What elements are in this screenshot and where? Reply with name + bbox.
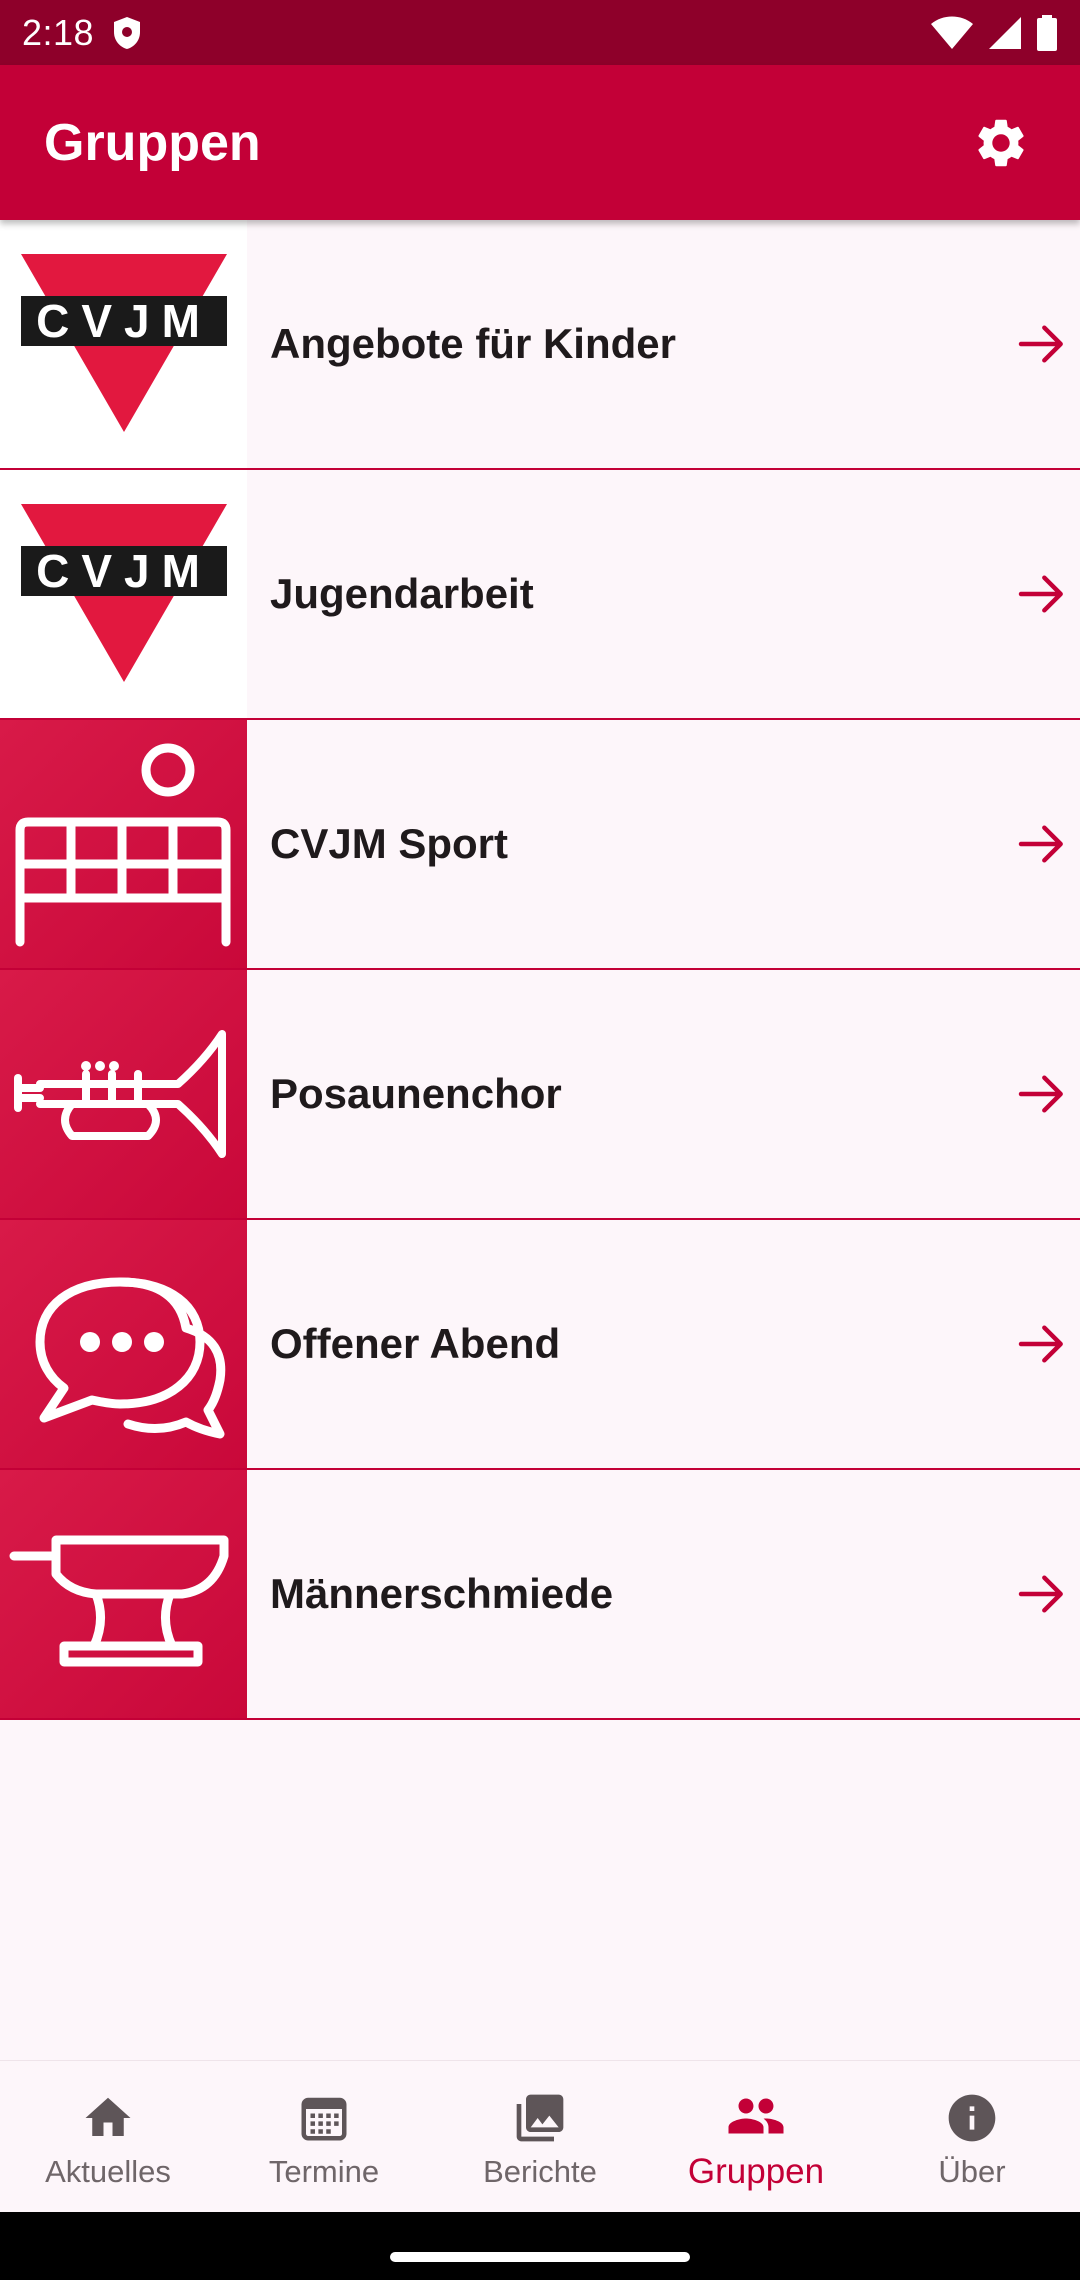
group-list: CVJM Angebote für Kinder CVJM Jugendarbe… <box>0 220 1080 1720</box>
groups-icon <box>726 2086 786 2146</box>
battery-icon <box>1037 14 1057 51</box>
app-bar: Gruppen <box>0 65 1080 220</box>
nav-item-ueber[interactable]: Über <box>864 2061 1080 2212</box>
home-icon <box>78 2088 138 2148</box>
bottom-navigation: Aktuelles Termine Berichte Gruppen Über <box>0 2060 1080 2212</box>
nav-label: Aktuelles <box>45 2153 171 2189</box>
page-title: Gruppen <box>44 113 261 172</box>
group-item-posaunenchor[interactable]: Posaunenchor <box>0 970 1080 1220</box>
group-thumbnail <box>0 720 247 968</box>
chat-bubbles-icon <box>35 1277 226 1439</box>
group-label: Angebote für Kinder <box>270 320 676 367</box>
group-label: Jugendarbeit <box>270 570 534 617</box>
group-label: Offener Abend <box>270 1320 561 1367</box>
group-label: Männerschmiede <box>270 1570 614 1617</box>
nav-item-berichte[interactable]: Berichte <box>432 2061 648 2212</box>
svg-text:CVJM: CVJM <box>36 295 212 347</box>
group-item-jugendarbeit[interactable]: CVJM Jugendarbeit <box>0 470 1080 720</box>
group-item-angebote-fuer-kinder[interactable]: CVJM Angebote für Kinder <box>0 220 1080 470</box>
arrow-right-icon <box>1018 1325 1063 1363</box>
group-item-maennerschmiede[interactable]: Männerschmiede <box>0 1470 1080 1720</box>
nav-item-aktuelles[interactable]: Aktuelles <box>0 2061 216 2212</box>
settings-button[interactable] <box>966 108 1036 178</box>
nav-label: Berichte <box>483 2153 597 2189</box>
anvil-icon <box>9 1535 229 1667</box>
nav-label: Termine <box>268 2153 380 2189</box>
status-bar: 2:18 <box>0 0 1080 65</box>
group-thumbnail <box>0 970 247 1218</box>
arrow-right-icon <box>1018 1075 1063 1113</box>
group-thumbnail <box>0 1220 247 1468</box>
svg-text:CVJM: CVJM <box>36 545 212 597</box>
nav-item-termine[interactable]: Termine <box>216 2061 432 2212</box>
arrow-right-icon <box>1018 1575 1063 1613</box>
status-time: 2:18 <box>22 11 95 53</box>
group-item-offener-abend[interactable]: Offener Abend <box>0 1220 1080 1470</box>
signal-icon <box>989 16 1021 49</box>
cvjm-logo: CVJM <box>20 254 227 432</box>
info-icon <box>942 2088 1002 2148</box>
group-label: Posaunenchor <box>270 1070 562 1117</box>
wifi-icon <box>931 16 973 49</box>
arrow-right-icon <box>1018 575 1063 613</box>
gesture-area <box>0 2212 1080 2280</box>
arrow-right-icon <box>1018 825 1063 863</box>
calendar-icon <box>294 2088 354 2148</box>
nav-label: Gruppen <box>687 2151 825 2191</box>
group-label: CVJM Sport <box>270 820 509 867</box>
gesture-handle[interactable] <box>390 2252 690 2262</box>
settings-icon <box>978 119 1024 166</box>
cvjm-logo: CVJM <box>20 504 227 682</box>
nav-label: Über <box>938 2153 1006 2189</box>
trumpet-icon <box>14 1030 226 1158</box>
group-thumbnail <box>0 1470 247 1718</box>
group-thumbnail: CVJM <box>0 220 247 468</box>
volleyball-net-icon <box>15 743 231 947</box>
arrow-right-icon <box>1018 325 1063 363</box>
group-thumbnail: CVJM <box>0 470 247 718</box>
nav-item-gruppen[interactable]: Gruppen <box>648 2061 864 2212</box>
shield-icon <box>114 16 141 49</box>
group-item-cvjm-sport[interactable]: CVJM Sport <box>0 720 1080 970</box>
photos-icon <box>510 2088 570 2148</box>
